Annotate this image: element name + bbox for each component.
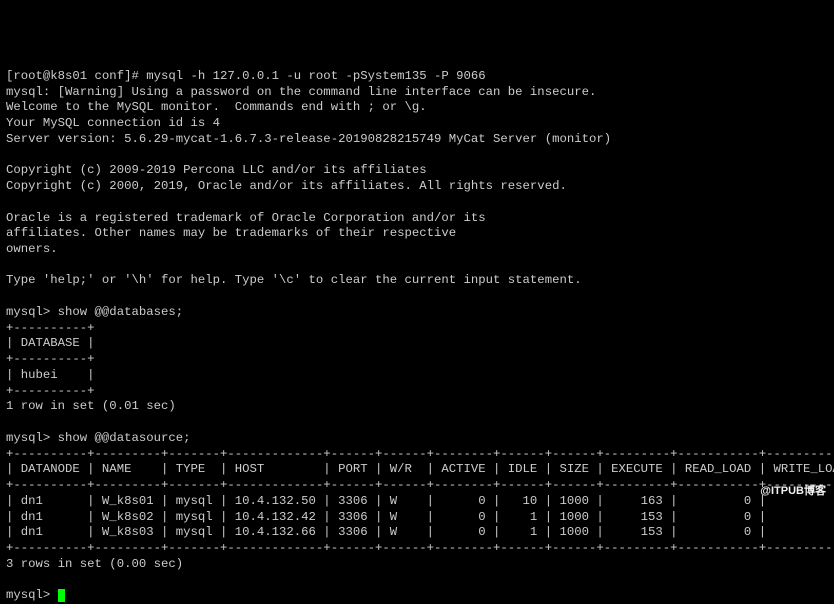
trademark-line: owners. (6, 242, 58, 256)
table-row: | dn1 | W_k8s03 | mysql | 10.4.132.66 | … (6, 525, 834, 539)
table-header: | DATANODE | NAME | TYPE | HOST | PORT |… (6, 462, 834, 476)
trademark-line: affiliates. Other names may be trademark… (6, 226, 456, 240)
query-footer: 3 rows in set (0.00 sec) (6, 557, 183, 571)
watermark: @ITPUB博客 (760, 484, 826, 498)
table-border: +----------+ (6, 352, 95, 366)
table-border: +----------+---------+-------+----------… (6, 541, 834, 555)
table-border: +----------+ (6, 321, 95, 335)
table-row: | dn1 | W_k8s02 | mysql | 10.4.132.42 | … (6, 510, 834, 524)
table-header: | DATABASE | (6, 336, 95, 350)
mysql-query-2: mysql> show @@datasource; (6, 431, 190, 445)
table-row: | dn1 | W_k8s01 | mysql | 10.4.132.50 | … (6, 494, 834, 508)
trademark-line: Oracle is a registered trademark of Orac… (6, 211, 486, 225)
mysql-query-1: mysql> show @@databases; (6, 305, 183, 319)
shell-prompt-line: [root@k8s01 conf]# mysql -h 127.0.0.1 -u… (6, 69, 486, 83)
help-line: Type 'help;' or '\h' for help. Type '\c'… (6, 273, 582, 287)
mysql-conn-id: Your MySQL connection id is 4 (6, 116, 220, 130)
mysql-welcome: Welcome to the MySQL monitor. Commands e… (6, 100, 427, 114)
query-footer: 1 row in set (0.01 sec) (6, 399, 176, 413)
mysql-server-version: Server version: 5.6.29-mycat-1.6.7.3-rel… (6, 132, 611, 146)
mysql-warning: mysql: [Warning] Using a password on the… (6, 85, 596, 99)
table-row: | hubei | (6, 368, 95, 382)
table-border: +----------+---------+-------+----------… (6, 447, 834, 461)
mysql-prompt[interactable]: mysql> (6, 588, 58, 602)
table-border: +----------+---------+-------+----------… (6, 478, 834, 492)
table-border: +----------+ (6, 384, 95, 398)
copyright-line: Copyright (c) 2009-2019 Percona LLC and/… (6, 163, 427, 177)
copyright-line: Copyright (c) 2000, 2019, Oracle and/or … (6, 179, 567, 193)
cursor-icon (58, 589, 65, 602)
